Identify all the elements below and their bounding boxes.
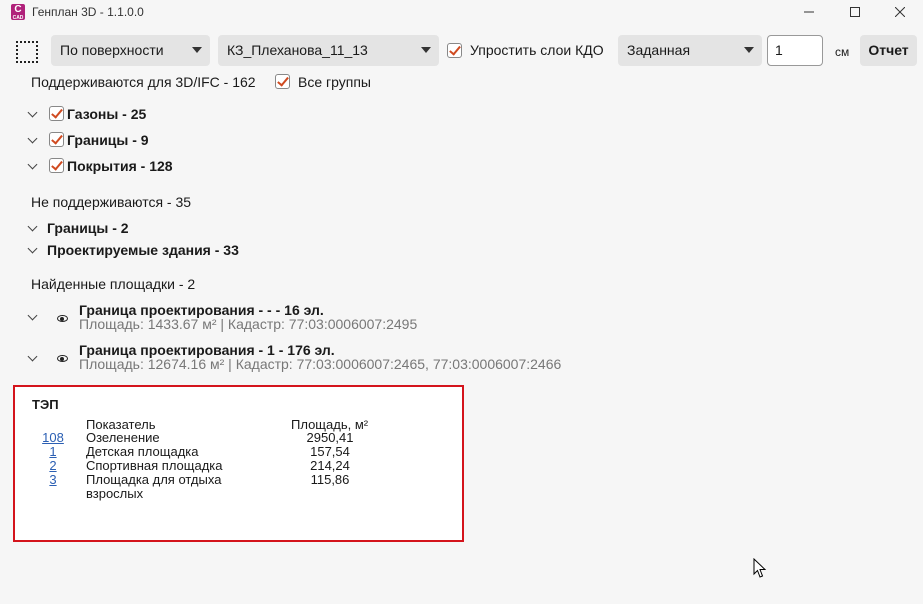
eye-icon[interactable]: [57, 315, 68, 322]
object-dropdown-value: КЗ_Плеханова_11_13: [227, 42, 368, 58]
all-groups-label: Все группы: [298, 74, 371, 90]
tep-indicator: Детская площадка: [86, 444, 199, 459]
tep-area: 214,24: [310, 458, 350, 473]
group-checkbox-lawns[interactable]: [49, 106, 64, 121]
simplify-checkbox[interactable]: [447, 43, 462, 58]
chevron-down-icon: [744, 47, 754, 53]
group-label: Проектируемые здания - 33: [47, 242, 239, 258]
maximize-button[interactable]: [832, 0, 878, 24]
mode-dropdown-value: По поверхности: [60, 42, 164, 58]
tep-count-link[interactable]: 1: [39, 445, 67, 459]
window-title: Генплан 3D - 1.1.0.0: [32, 5, 144, 19]
tep-title: ТЭП: [32, 397, 59, 412]
app-logo-icon: C CAD: [11, 4, 25, 21]
maximize-icon: [850, 7, 860, 17]
chevron-down-icon[interactable]: [27, 221, 38, 232]
tep-area: 2950,41: [306, 430, 354, 445]
toolbar: По поверхности КЗ_Плеханова_11_13 Упрост…: [0, 35, 923, 67]
group-label: Покрытия - 128: [67, 158, 173, 174]
chevron-down-icon[interactable]: [27, 159, 38, 170]
tep-panel: ТЭП Показатель Площадь, м² 108 Озеленени…: [13, 385, 464, 542]
group-checkbox-coverings[interactable]: [49, 158, 64, 173]
height-dropdown-value: Заданная: [627, 42, 691, 58]
chevron-down-icon[interactable]: [27, 351, 38, 362]
value-input[interactable]: 1: [767, 35, 823, 66]
unsupported-label: Не поддерживаются - 35: [31, 194, 192, 210]
tep-indicator: Спортивная площадка: [86, 458, 223, 473]
group-label: Границы - 9: [67, 132, 149, 148]
chevron-down-icon: [421, 47, 431, 53]
chevron-down-icon[interactable]: [27, 310, 38, 321]
chevron-down-icon[interactable]: [27, 243, 38, 254]
group-label: Границы - 2: [47, 220, 129, 236]
site-details: Площадь: 1433.67 м² | Кадастр: 77:03:000…: [79, 316, 418, 332]
tep-area: 115,86: [310, 472, 350, 487]
close-button[interactable]: [877, 0, 923, 24]
group-label: Газоны - 25: [67, 106, 147, 122]
supported-label: Поддерживаются для 3D/IFC - 162: [31, 74, 256, 90]
eye-icon[interactable]: [57, 355, 68, 362]
mouse-cursor-icon: [753, 558, 767, 578]
close-icon: [895, 7, 905, 17]
tep-count-link[interactable]: 2: [39, 459, 67, 473]
tep-count-link[interactable]: 3: [39, 473, 67, 487]
sites-label: Найденные площадки - 2: [31, 276, 196, 292]
site-details: Площадь: 12674.16 м² | Кадастр: 77:03:00…: [79, 356, 562, 372]
report-button[interactable]: Отчет: [860, 35, 917, 66]
tep-count-link[interactable]: 108: [39, 431, 67, 445]
tep-indicator: Площадка для отдыха взрослых: [86, 472, 222, 501]
height-dropdown[interactable]: Заданная: [618, 35, 762, 66]
mode-dropdown[interactable]: По поверхности: [51, 35, 210, 66]
unit-label: см: [835, 45, 850, 59]
selection-frame-icon[interactable]: [16, 41, 38, 63]
tep-indicator: Озеленение: [86, 430, 160, 445]
simplify-label: Упростить слои КДО: [470, 42, 604, 58]
object-dropdown[interactable]: КЗ_Плеханова_11_13: [218, 35, 439, 66]
minimize-icon: [804, 11, 814, 13]
minimize-button[interactable]: [786, 0, 832, 24]
chevron-down-icon: [192, 47, 202, 53]
group-checkbox-borders[interactable]: [49, 132, 64, 147]
chevron-down-icon[interactable]: [27, 133, 38, 144]
all-groups-checkbox[interactable]: [275, 74, 290, 89]
title-bar: C CAD Генплан 3D - 1.1.0.0: [0, 0, 923, 24]
chevron-down-icon[interactable]: [27, 107, 38, 118]
tep-area: 157,54: [310, 444, 350, 459]
